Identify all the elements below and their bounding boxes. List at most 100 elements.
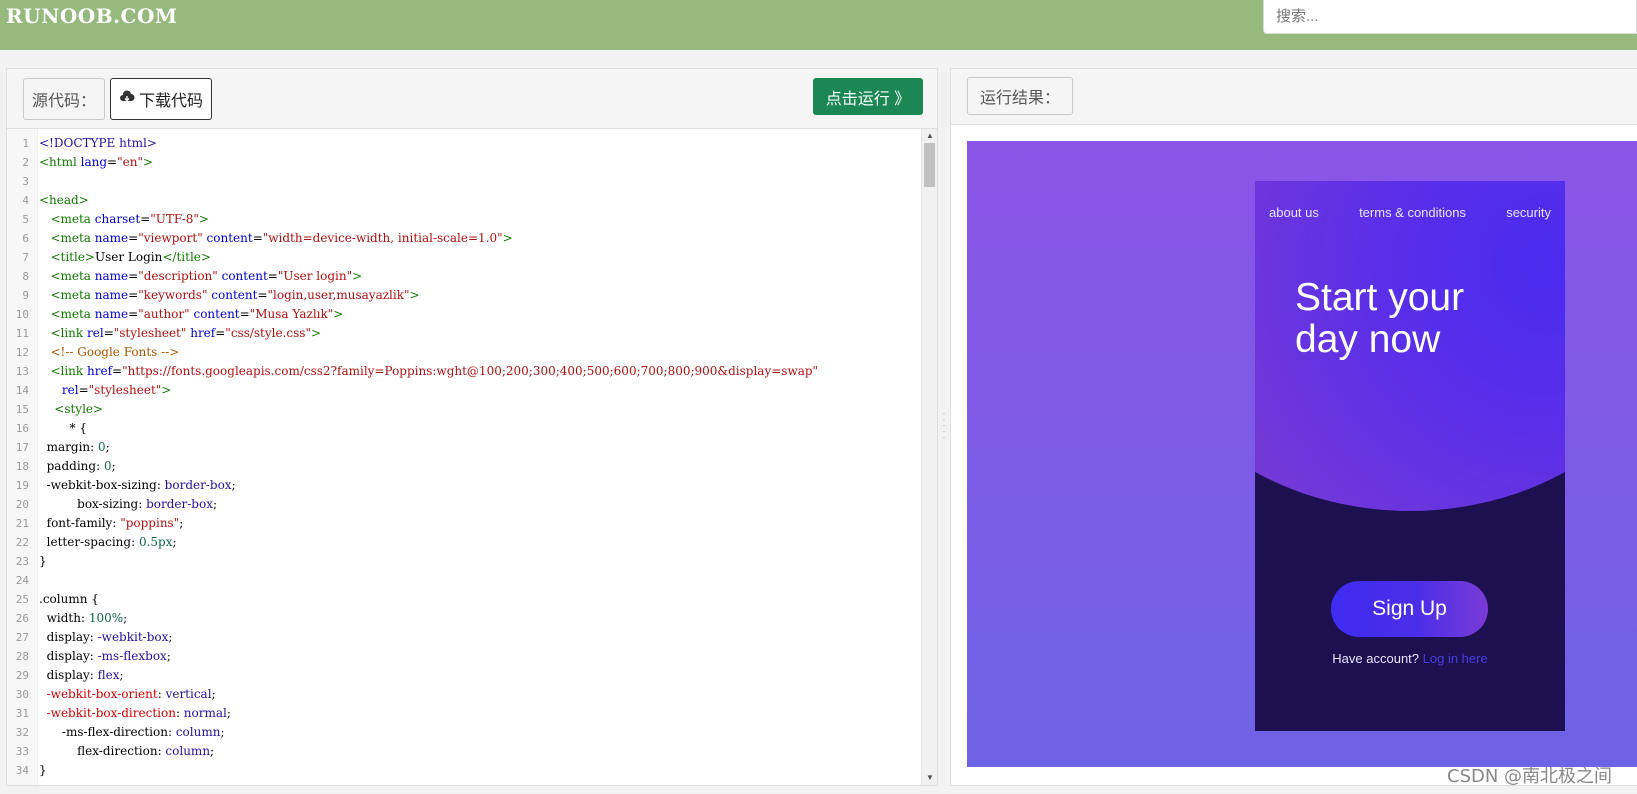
code-token: normal bbox=[183, 706, 227, 720]
code-line[interactable]: 32 -ms-flex-direction: column; bbox=[7, 723, 917, 742]
code-token: > bbox=[333, 307, 344, 321]
code-token: > bbox=[352, 269, 363, 283]
code-line[interactable]: 27 display: -webkit-box; bbox=[7, 628, 917, 647]
code-token: > bbox=[161, 383, 172, 397]
code-token: <head> bbox=[39, 193, 89, 207]
run-code-button[interactable]: 点击运行 》 bbox=[813, 78, 923, 115]
line-number: 35 bbox=[7, 780, 35, 785]
code-token: rel bbox=[87, 326, 104, 340]
code-line[interactable]: 4 <head> bbox=[7, 191, 917, 210]
scrollbar-thumb[interactable] bbox=[924, 143, 935, 187]
line-text: <!DOCTYPE html> bbox=[35, 134, 157, 153]
login-link[interactable]: Log in here bbox=[1423, 651, 1488, 666]
code-token: ; bbox=[111, 459, 116, 473]
code-line[interactable]: 11 <link rel="stylesheet" href="css/styl… bbox=[7, 324, 917, 343]
line-number: 22 bbox=[15, 536, 29, 549]
code-line[interactable]: 5 <meta charset="UTF-8"> bbox=[7, 210, 917, 229]
result-label-button[interactable]: 运行结果： bbox=[967, 77, 1073, 115]
line-number: 9 bbox=[22, 289, 29, 302]
nav-about-us[interactable]: about us bbox=[1269, 205, 1319, 220]
sign-up-button[interactable]: Sign Up bbox=[1331, 581, 1488, 637]
scroll-up-arrow-icon[interactable]: ▲ bbox=[925, 131, 935, 141]
code-line[interactable]: 31 -webkit-box-direction: normal; bbox=[7, 704, 917, 723]
code-token: "en" bbox=[117, 155, 143, 169]
panel-resize-handle-icon[interactable]: · · · · · bbox=[940, 409, 948, 444]
code-token: -webkit-box-sizing bbox=[39, 478, 157, 492]
code-line[interactable]: 26 width: 100%; bbox=[7, 609, 917, 628]
code-token: = bbox=[215, 326, 226, 340]
code-token: <meta bbox=[50, 212, 95, 226]
line-text: <head> bbox=[35, 191, 89, 210]
code-line[interactable]: 33 flex-direction: column; bbox=[7, 742, 917, 761]
line-number: 7 bbox=[22, 251, 29, 264]
code-token: ; bbox=[211, 687, 216, 701]
line-number: 27 bbox=[15, 631, 29, 644]
line-number: 11 bbox=[15, 327, 29, 340]
code-token: vertical bbox=[165, 687, 212, 701]
code-line[interactable]: 23} bbox=[7, 552, 917, 571]
code-line[interactable]: 8 <meta name="description" content="User… bbox=[7, 267, 917, 286]
code-line[interactable]: 13 <link href="https://fonts.googleapis.… bbox=[7, 362, 917, 381]
code-token: = bbox=[103, 326, 114, 340]
nav-terms[interactable]: terms & conditions bbox=[1359, 205, 1466, 220]
line-text: <link rel="stylesheet" href="css/style.c… bbox=[35, 324, 321, 343]
code-line[interactable]: 35 bbox=[7, 780, 917, 785]
code-editor[interactable]: 1 <!DOCTYPE html> 2 <html lang="en"> 3 4 <head… bbox=[7, 129, 937, 785]
line-text: } bbox=[35, 761, 47, 780]
code-line[interactable]: 3 bbox=[7, 172, 917, 191]
code-line[interactable]: 24 bbox=[7, 571, 917, 590]
code-line[interactable]: 25 .column { bbox=[7, 590, 917, 609]
line-number: 2 bbox=[22, 156, 29, 169]
code-line[interactable]: 9 <meta name="keywords" content="login,u… bbox=[7, 286, 917, 305]
code-line[interactable]: 18 padding: 0; bbox=[7, 457, 917, 476]
code-line[interactable]: 30 -webkit-box-orient: vertical; bbox=[7, 685, 917, 704]
code-line[interactable]: 1 <!DOCTYPE html> bbox=[7, 134, 917, 153]
code-content[interactable]: 1 <!DOCTYPE html> 2 <html lang="en"> 3 4 <head… bbox=[7, 134, 917, 785]
code-line[interactable]: 2 <html lang="en"> bbox=[7, 153, 917, 172]
line-number: 33 bbox=[15, 745, 29, 758]
source-panel: 源代码： 下载代码 点击运行 》 1 <!DOCTYPE html> 2 <html … bbox=[6, 68, 938, 786]
code-line[interactable]: 12 <!-- Google Fonts --> bbox=[7, 343, 917, 362]
code-line[interactable]: 15 <style> bbox=[7, 400, 917, 419]
preview-frame: about us terms & conditions security Sta… bbox=[967, 141, 1637, 767]
code-line[interactable]: 17 margin: 0; bbox=[7, 438, 917, 457]
code-line[interactable]: 19 -webkit-box-sizing: border-box; bbox=[7, 476, 917, 495]
code-token: "viewport" bbox=[138, 231, 203, 245]
cloud-download-icon bbox=[119, 89, 135, 110]
code-token: content bbox=[207, 288, 258, 302]
code-line[interactable]: 29 display: flex; bbox=[7, 666, 917, 685]
code-line[interactable]: 34} bbox=[7, 761, 917, 780]
source-code-label-button[interactable]: 源代码： bbox=[23, 78, 105, 120]
card-nav: about us terms & conditions security bbox=[1255, 205, 1565, 220]
code-token: : bbox=[156, 478, 165, 492]
code-line[interactable]: 22 letter-spacing: 0.5px; bbox=[7, 533, 917, 552]
code-line[interactable]: 10 <meta name="author" content="Musa Yaz… bbox=[7, 305, 917, 324]
nav-security[interactable]: security bbox=[1506, 205, 1551, 220]
editor-scrollbar[interactable]: ▲ ▼ bbox=[921, 129, 937, 785]
code-line[interactable]: 28 display: -ms-flexbox; bbox=[7, 647, 917, 666]
search-input[interactable] bbox=[1263, 0, 1637, 34]
download-code-button[interactable]: 下载代码 bbox=[110, 78, 212, 120]
line-text: display: flex; bbox=[35, 666, 124, 685]
line-text: <meta name="author" content="Musa Yazlık… bbox=[35, 305, 343, 324]
line-number: 16 bbox=[15, 422, 29, 435]
line-number: 12 bbox=[15, 346, 29, 359]
line-number: 21 bbox=[15, 517, 29, 530]
code-line[interactable]: 21 font-family: "poppins"; bbox=[7, 514, 917, 533]
code-line[interactable]: 16 * { bbox=[7, 419, 917, 438]
code-token: flex bbox=[97, 668, 120, 682]
code-token: = bbox=[257, 288, 268, 302]
code-token: = bbox=[128, 269, 139, 283]
line-number: 6 bbox=[22, 232, 29, 245]
code-line[interactable]: 20 box-sizing: border-box; bbox=[7, 495, 917, 514]
line-number: 24 bbox=[15, 574, 29, 587]
site-logo[interactable]: RUNOOB.COM bbox=[6, 4, 178, 28]
code-line[interactable]: 14 rel="stylesheet"> bbox=[7, 381, 917, 400]
code-line[interactable]: 6 <meta name="viewport" content="width=d… bbox=[7, 229, 917, 248]
code-line[interactable]: 7 <title>User Login</title> bbox=[7, 248, 917, 267]
scroll-down-arrow-icon[interactable]: ▼ bbox=[925, 773, 935, 783]
line-number: 4 bbox=[22, 194, 29, 207]
line-text: } bbox=[35, 552, 47, 571]
code-token: font-family bbox=[39, 516, 113, 530]
code-token: letter-spacing bbox=[39, 535, 132, 549]
